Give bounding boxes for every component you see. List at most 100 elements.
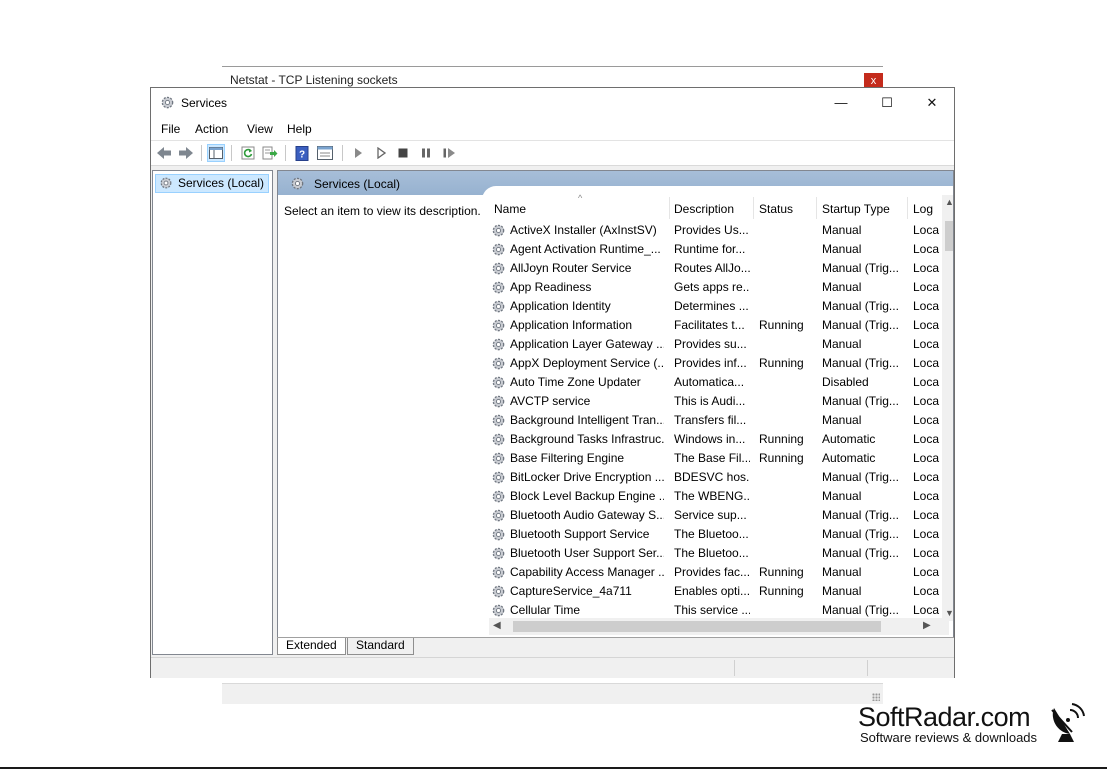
maximize-button[interactable]: ☐ (864, 88, 910, 118)
column-header-status[interactable]: Status (759, 202, 793, 216)
service-log-on-as: Loca (913, 527, 940, 541)
table-row[interactable]: AppX Deployment Service (... Provides inf… (482, 354, 942, 373)
export-list-icon[interactable] (261, 144, 279, 162)
service-log-on-as: Loca (913, 584, 940, 598)
service-log-on-as: Loca (913, 299, 940, 313)
properties-icon[interactable] (316, 144, 334, 162)
refresh-icon[interactable] (239, 144, 257, 162)
service-description: Provides inf... (674, 356, 747, 370)
column-header-description[interactable]: Description (674, 202, 734, 216)
vertical-scroll-thumb[interactable] (945, 221, 953, 251)
stop-service-icon[interactable] (394, 144, 412, 162)
service-name: Application Layer Gateway ... (510, 337, 664, 351)
service-description: This is Audi... (674, 394, 746, 408)
gear-icon (491, 318, 506, 333)
service-startup-type: Manual (Trig... (822, 356, 899, 370)
menu-help[interactable]: Help (287, 122, 312, 136)
service-log-on-as: Loca (913, 375, 940, 389)
table-row[interactable]: Bluetooth Audio Gateway S... Service sup.… (482, 506, 942, 525)
service-log-on-as: Loca (913, 318, 940, 332)
close-button[interactable]: ✕ (909, 88, 955, 118)
toolbar-separator (342, 145, 343, 161)
column-divider[interactable] (669, 197, 670, 219)
gear-icon (491, 489, 506, 504)
table-row[interactable]: Application Layer Gateway ... Provides su… (482, 335, 942, 354)
service-startup-type: Automatic (822, 432, 876, 446)
scroll-down-icon[interactable]: ▼ (945, 608, 953, 618)
service-description: The Bluetoo... (674, 546, 749, 560)
service-startup-type: Manual (822, 280, 862, 294)
table-row[interactable]: ActiveX Installer (AxInstSV) Provides Us.… (482, 221, 942, 240)
column-header-startup-type[interactable]: Startup Type (822, 202, 890, 216)
service-log-on-as: Loca (913, 470, 940, 484)
scroll-right-icon[interactable]: ▶ (923, 620, 931, 631)
table-row[interactable]: Background Tasks Infrastruc... Windows in… (482, 430, 942, 449)
service-log-on-as: Loca (913, 223, 940, 237)
horizontal-scrollbar[interactable]: ◀ ▶ (489, 618, 949, 635)
vertical-scrollbar[interactable]: ▲ ▼ (942, 195, 953, 621)
table-row[interactable]: Bluetooth User Support Ser... The Bluetoo… (482, 544, 942, 563)
minimize-button[interactable]: — (818, 88, 864, 118)
service-description: The Base Fil... (674, 451, 750, 465)
table-row[interactable]: AllJoyn Router Service Routes AllJo... Man… (482, 259, 942, 278)
netstat-window-title: Netstat - TCP Listening sockets (230, 73, 398, 87)
toolbar-separator (285, 145, 286, 161)
service-log-on-as: Loca (913, 451, 940, 465)
gear-icon (491, 546, 506, 561)
column-divider[interactable] (816, 197, 817, 219)
service-name: Background Intelligent Tran... (510, 413, 664, 427)
forward-icon[interactable] (177, 144, 195, 162)
column-header-log-on-as[interactable]: Log (913, 202, 933, 216)
start-service-icon[interactable] (349, 144, 367, 162)
show-hide-console-tree-icon[interactable] (207, 144, 225, 162)
table-row[interactable]: AVCTP service This is Audi... Manual (Trig… (482, 392, 942, 411)
gear-icon (491, 584, 506, 599)
menu-view[interactable]: View (247, 122, 273, 136)
table-row[interactable]: Application Information Facilitates t... R… (482, 316, 942, 335)
svg-text:?: ? (299, 149, 305, 160)
netstat-status-bar (222, 683, 883, 704)
tab-standard[interactable]: Standard (347, 638, 414, 655)
details-pane: Services (Local) Select an item to view … (277, 170, 954, 655)
table-row[interactable]: Base Filtering Engine The Base Fil... Runn… (482, 449, 942, 468)
menu-file[interactable]: File (161, 122, 180, 136)
table-row[interactable]: CaptureService_4a711 Enables opti... Runni… (482, 582, 942, 601)
service-log-on-as: Loca (913, 394, 940, 408)
gear-icon (491, 299, 506, 314)
column-header-name[interactable]: Name (494, 202, 526, 216)
gear-icon (491, 565, 506, 580)
menu-action[interactable]: Action (195, 122, 228, 136)
table-row[interactable]: Capability Access Manager ... Provides fa… (482, 563, 942, 582)
pause-service-icon[interactable] (417, 144, 435, 162)
table-row[interactable]: Bluetooth Support Service The Bluetoo... M… (482, 525, 942, 544)
horizontal-scroll-thumb[interactable] (513, 621, 881, 632)
table-row[interactable]: Block Level Backup Engine ... The WBENG..… (482, 487, 942, 506)
service-log-on-as: Loca (913, 508, 940, 522)
table-row[interactable]: App Readiness Gets apps re... Manual Loca (482, 278, 942, 297)
scroll-up-icon[interactable]: ▲ (945, 197, 953, 207)
table-row[interactable]: Agent Activation Runtime_... Runtime for.… (482, 240, 942, 259)
title-bar[interactable]: Services — ☐ ✕ (151, 88, 954, 118)
service-name: App Readiness (510, 280, 592, 294)
service-name: Background Tasks Infrastruc... (510, 432, 664, 446)
table-row[interactable]: BitLocker Drive Encryption ... BDESVC hos… (482, 468, 942, 487)
service-status: Running (759, 356, 804, 370)
table-row[interactable]: Auto Time Zone Updater Automatica... Disab… (482, 373, 942, 392)
back-icon[interactable] (155, 144, 173, 162)
service-name: Application Identity (510, 299, 611, 313)
tree-item-services-local[interactable]: Services (Local) (155, 174, 270, 193)
table-row[interactable]: Application Identity Determines ... Manual… (482, 297, 942, 316)
service-name: Bluetooth Support Service (510, 527, 650, 541)
column-divider[interactable] (907, 197, 908, 219)
service-description: Routes AllJo... (674, 261, 750, 275)
service-description: Automatica... (674, 375, 745, 389)
toolbar-separator (231, 145, 232, 161)
table-row[interactable]: Background Intelligent Tran... Transfers … (482, 411, 942, 430)
scroll-left-icon[interactable]: ◀ (493, 620, 501, 631)
start-alt-icon[interactable] (372, 144, 390, 162)
tab-extended[interactable]: Extended (277, 638, 346, 655)
restart-service-icon[interactable] (440, 144, 458, 162)
menu-bar: File Action View Help (151, 118, 954, 141)
help-icon[interactable]: ? (293, 144, 311, 162)
column-divider[interactable] (753, 197, 754, 219)
